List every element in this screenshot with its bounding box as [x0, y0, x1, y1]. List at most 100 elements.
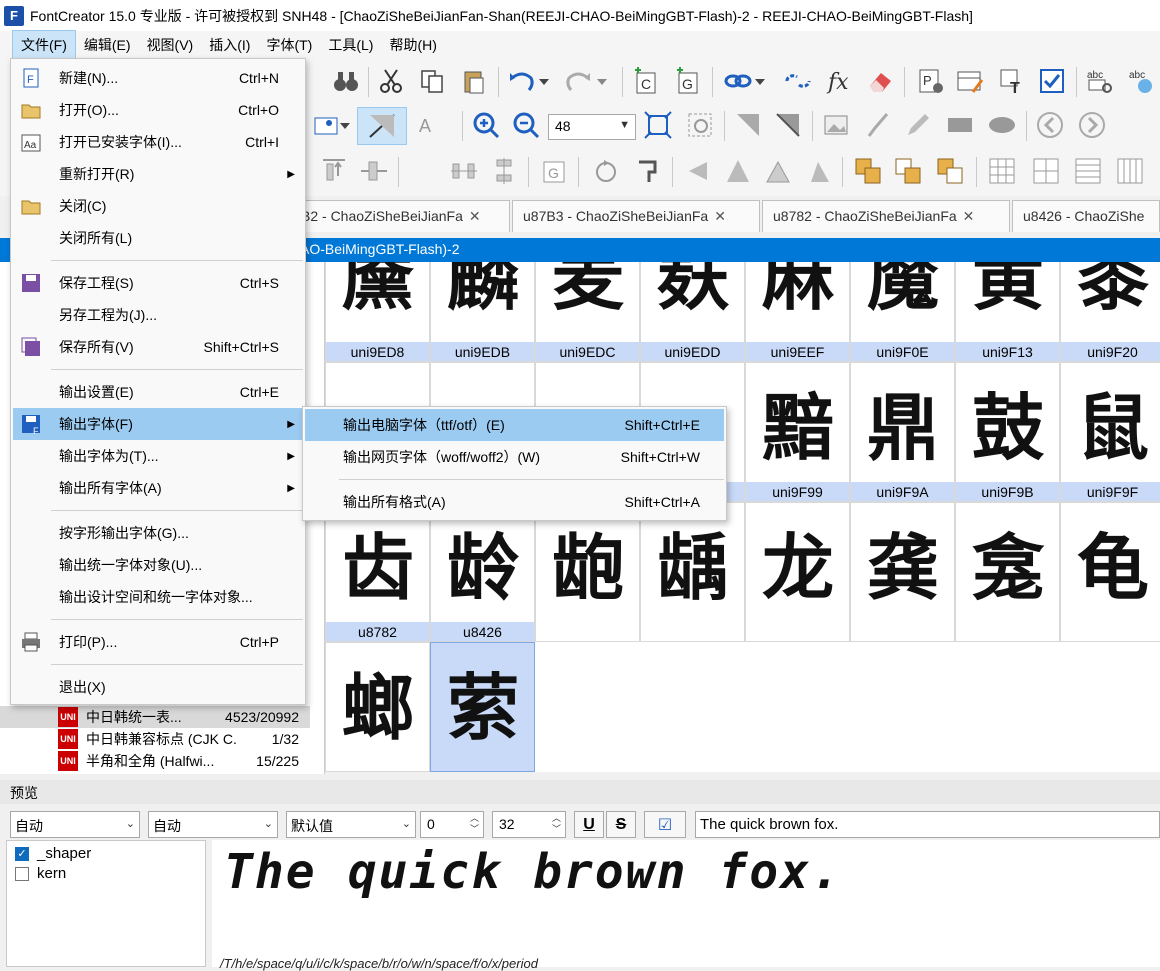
align-middle-icon[interactable] — [358, 155, 390, 187]
grid-2-icon[interactable] — [1030, 155, 1062, 187]
offset-spinner[interactable]: 0 ︿ ﹀ — [420, 811, 484, 838]
menu-file[interactable]: 文件(F) — [12, 30, 76, 60]
menu-item-export-font[interactable]: F 输出字体(F) ▶ — [13, 408, 303, 440]
glyph-cell[interactable]: 龟 — [1060, 502, 1160, 642]
redo-icon[interactable] — [562, 65, 594, 97]
menu-item-export-desktop-font[interactable]: 输出电脑字体（ttf/otf）(E) Shift+Ctrl+E — [305, 409, 724, 441]
redo-dropdown-icon[interactable] — [594, 65, 610, 97]
tree-item[interactable]: UNI 中日韩兼容标点 (CJK C... 1/32 — [0, 728, 310, 750]
intersect-icon[interactable] — [934, 155, 966, 187]
fit-to-window-icon[interactable] — [642, 109, 674, 141]
glyph-cell[interactable]: 龄 u8426 — [430, 502, 535, 642]
flip-icon[interactable] — [632, 155, 664, 187]
distribute-vertical-icon[interactable] — [488, 155, 520, 187]
size-spinner[interactable]: 32 ︿ ﹀ — [492, 811, 566, 838]
menu-item-export-designspace[interactable]: 输出设计空间和统一字体对象... — [13, 581, 303, 613]
binoculars-icon[interactable] — [330, 65, 362, 97]
font-style-icon[interactable]: A — [414, 109, 446, 141]
language-combo[interactable]: 自动 ⌄ — [148, 811, 278, 838]
menu-item-save-all[interactable]: 保存所有(V) Shift+Ctrl+S — [13, 331, 303, 363]
menu-item-export-web-font[interactable]: 输出网页字体（woff/woff2）(W) Shift+Ctrl+W — [305, 441, 724, 473]
spell-check-icon[interactable]: abc — [1084, 65, 1116, 97]
image-dropdown-icon[interactable] — [338, 109, 352, 141]
close-icon[interactable]: ✕ — [469, 208, 481, 224]
menu-item-export-settings[interactable]: 输出设置(E) Ctrl+E — [13, 376, 303, 408]
glyph-cell[interactable]: 麟 uni9EDB — [430, 262, 535, 362]
glyph-cell[interactable]: 麦 uni9EDC — [535, 262, 640, 362]
menu-item-print[interactable]: 打印(P)... Ctrl+P — [13, 626, 303, 658]
insert-glyph-icon[interactable]: G — [672, 65, 704, 97]
checkbox-icon[interactable] — [15, 866, 29, 881]
pencil-icon[interactable] — [902, 109, 934, 141]
brush-icon[interactable] — [862, 109, 894, 141]
menu-item-save-project-as[interactable]: 另存工程为(J)... — [13, 299, 303, 331]
glyph-cell[interactable]: 魔 uni9F0E — [850, 262, 955, 362]
menu-item-exit[interactable]: 退出(X) — [13, 671, 303, 703]
glyph-cell[interactable]: 鼎 uni9F9A — [850, 362, 955, 502]
eraser-icon[interactable] — [864, 65, 896, 97]
close-icon[interactable]: ✕ — [714, 208, 726, 224]
zoom-level-combo[interactable]: 48 ▼ — [548, 114, 636, 140]
glyph-cell[interactable]: 麸 uni9EDD — [640, 262, 745, 362]
feature-item[interactable]: ✓ _shaper — [15, 845, 91, 862]
distribute-horizontal-icon[interactable] — [448, 155, 480, 187]
spinner-arrows-icon[interactable]: ︿ ﹀ — [552, 813, 561, 835]
close-icon[interactable]: ✕ — [963, 208, 975, 224]
glyph-cell-selected[interactable]: 萦 — [430, 642, 535, 772]
ellipse-tool-icon[interactable] — [986, 109, 1018, 141]
menu-item-open-installed[interactable]: Aa 打开已安装字体(I)... Ctrl+I — [13, 126, 303, 158]
menu-item-close[interactable]: 关闭(C) — [13, 190, 303, 222]
triangle-left-icon[interactable] — [682, 155, 714, 187]
unlink-icon[interactable] — [782, 65, 814, 97]
corner-tool-icon[interactable] — [732, 109, 764, 141]
fill-style-icon[interactable] — [357, 107, 407, 145]
insert-character-icon[interactable]: C — [630, 65, 662, 97]
glyph-reference-icon[interactable]: G — [538, 155, 570, 187]
validate-checkbox-icon[interactable] — [1036, 65, 1068, 97]
glyph-cell[interactable]: 螂 — [325, 642, 430, 772]
menu-help[interactable]: 帮助(H) — [381, 31, 444, 59]
copy-icon[interactable] — [416, 65, 448, 97]
glyph-cell[interactable]: 龋 — [640, 502, 745, 642]
menu-item-export-font-as[interactable]: 输出字体为(T)... ▶ — [13, 440, 303, 472]
menu-item-close-all[interactable]: 关闭所有(L) — [13, 222, 303, 254]
grid-3-icon[interactable] — [1072, 155, 1104, 187]
checkbox-toggle-button[interactable]: ☑ — [644, 811, 686, 838]
zoom-in-icon[interactable] — [470, 109, 502, 141]
glyph-cell[interactable]: 龙 — [745, 502, 850, 642]
triangle-diagonal-icon[interactable] — [762, 155, 794, 187]
menu-edit[interactable]: 编辑(E) — [76, 31, 139, 59]
corner-round-icon[interactable] — [772, 109, 804, 141]
underline-button[interactable]: U — [574, 811, 604, 838]
grid-icon[interactable] — [986, 155, 1018, 187]
tab-glyph-4[interactable]: u8426 - ChaoZiShe — [1012, 200, 1160, 232]
triangle-up-icon[interactable] — [722, 155, 754, 187]
glyph-cell[interactable]: 龚 — [850, 502, 955, 642]
font-properties-icon[interactable]: P — [914, 65, 946, 97]
glyph-cell[interactable]: 鼓 uni9F9B — [955, 362, 1060, 502]
back-arrow-icon[interactable] — [1034, 109, 1066, 141]
glyph-cell[interactable]: 齿 u8782 — [325, 502, 430, 642]
grid-4-icon[interactable] — [1114, 155, 1146, 187]
union-icon[interactable] — [852, 155, 884, 187]
menu-item-reopen[interactable]: 重新打开(R) ▶ — [13, 158, 303, 190]
glyph-cell[interactable]: 黯 uni9F99 — [745, 362, 850, 502]
checkbox-checked-icon[interactable]: ✓ — [15, 846, 29, 861]
glyph-cell[interactable]: 黍 uni9F20 — [1060, 262, 1160, 362]
zoom-selection-icon[interactable] — [684, 109, 716, 141]
tree-item[interactable]: UNI 半角和全角 (Halfwi... 15/225 — [0, 750, 310, 772]
strikethrough-button[interactable]: S — [606, 811, 636, 838]
feature-item[interactable]: kern — [15, 865, 66, 882]
menu-item-open[interactable]: 打开(O)... Ctrl+O — [13, 94, 303, 126]
preview-text-input[interactable]: The quick brown fox. — [695, 811, 1160, 838]
script-combo[interactable]: 自动 ⌄ — [10, 811, 140, 838]
tree-item[interactable]: UNI 中日韩统一表... 4523/20992 — [0, 706, 310, 728]
glyph-cell[interactable]: 黡 uni9ED8 — [325, 262, 430, 362]
glyph-cell[interactable]: 麻 uni9EEF — [745, 262, 850, 362]
menu-item-export-by-glyph[interactable]: 按字形输出字体(G)... — [13, 517, 303, 549]
link-icon[interactable] — [722, 65, 754, 97]
menu-font[interactable]: 字体(T) — [258, 31, 320, 59]
menu-tools[interactable]: 工具(L) — [320, 31, 381, 59]
undo-dropdown-icon[interactable] — [536, 65, 552, 97]
rectangle-tool-icon[interactable] — [944, 109, 976, 141]
